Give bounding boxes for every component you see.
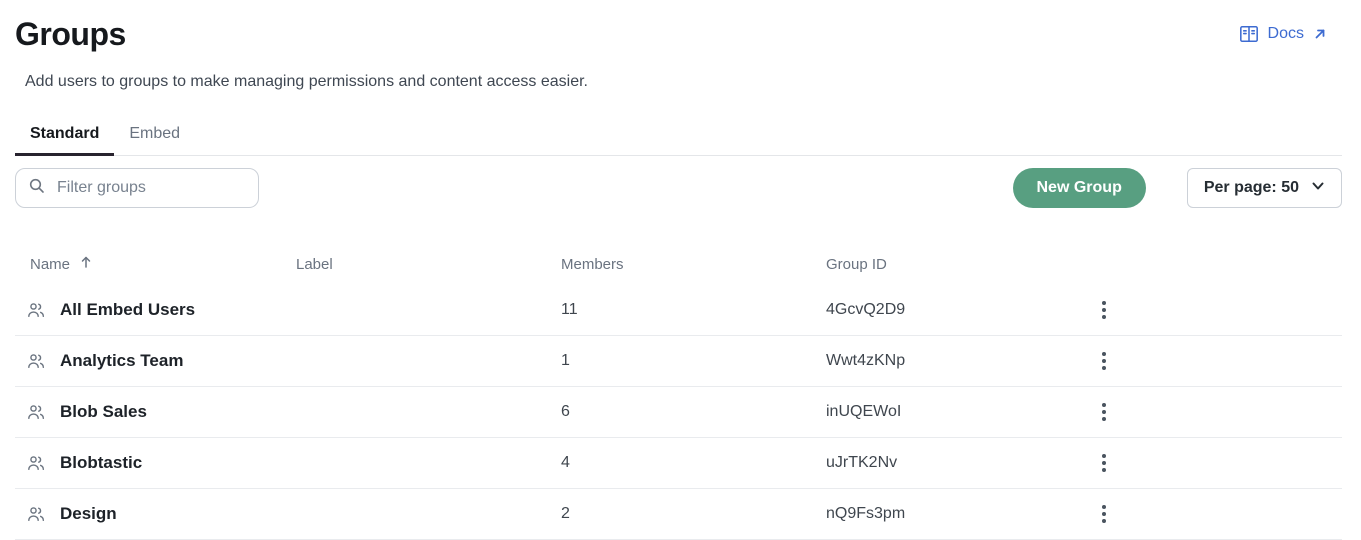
book-icon bbox=[1238, 24, 1260, 44]
group-id: 4GcvQ2D9 bbox=[826, 301, 906, 318]
table-row: Analytics Team 1 Wwt4zKNp bbox=[15, 336, 1342, 387]
group-id: uJrTK2Nv bbox=[826, 454, 898, 471]
group-name: All Embed Users bbox=[60, 300, 196, 319]
row-actions-menu-button[interactable] bbox=[1084, 285, 1124, 335]
group-name-cell: Blobtastic bbox=[15, 453, 296, 473]
row-actions-menu-button[interactable] bbox=[1084, 387, 1124, 437]
table-row: All Embed Users 11 4GcvQ2D9 bbox=[15, 285, 1342, 336]
group-name-cell: Blob Sales bbox=[15, 402, 296, 422]
tab-standard[interactable]: Standard bbox=[15, 118, 115, 156]
chevron-down-icon bbox=[1311, 179, 1325, 198]
per-page-dropdown[interactable]: Per page: 50 bbox=[1186, 168, 1342, 208]
new-group-button[interactable]: New Group bbox=[1012, 168, 1146, 208]
group-members-count: 4 bbox=[561, 454, 570, 471]
group-name: Analytics Team bbox=[60, 351, 184, 370]
table-header: Name Label Members Group ID bbox=[15, 243, 1342, 285]
group-name: Blobtastic bbox=[60, 453, 143, 472]
filter-groups-input[interactable] bbox=[55, 178, 246, 198]
page-title: Groups bbox=[15, 16, 126, 52]
group-people-icon bbox=[26, 453, 46, 473]
group-members-count: 1 bbox=[561, 352, 570, 369]
group-name: Design bbox=[60, 504, 117, 523]
column-header-name[interactable]: Name bbox=[15, 255, 296, 273]
table-body: All Embed Users 11 4GcvQ2D9 Analytics Te… bbox=[15, 285, 1342, 540]
toolbar: New Group Per page: 50 bbox=[15, 168, 1342, 208]
row-actions-menu-button[interactable] bbox=[1084, 489, 1124, 539]
group-people-icon bbox=[26, 300, 46, 320]
groups-table: Name Label Members Group ID All Embed Us… bbox=[15, 243, 1342, 540]
group-id: Wwt4zKNp bbox=[826, 352, 906, 369]
table-row: Blob Sales 6 inUQEWoI bbox=[15, 387, 1342, 438]
group-name-cell: All Embed Users bbox=[15, 300, 296, 320]
page-subtitle: Add users to groups to make managing per… bbox=[25, 73, 588, 90]
search-icon bbox=[28, 177, 46, 200]
group-members-count: 11 bbox=[561, 301, 578, 318]
table-row: Blobtastic 4 uJrTK2Nv bbox=[15, 438, 1342, 489]
group-id: nQ9Fs3pm bbox=[826, 505, 906, 522]
group-people-icon bbox=[26, 402, 46, 422]
table-row: Design 2 nQ9Fs3pm bbox=[15, 489, 1342, 540]
docs-link[interactable]: Docs bbox=[1238, 24, 1328, 44]
tab-bar: Standard Embed bbox=[15, 118, 1342, 156]
page-header: Groups Docs bbox=[0, 0, 1361, 54]
per-page-label: Per page: 50 bbox=[1203, 179, 1299, 196]
group-people-icon bbox=[26, 351, 46, 371]
external-link-icon bbox=[1312, 26, 1328, 42]
filter-groups-box[interactable] bbox=[15, 168, 259, 208]
group-members-count: 2 bbox=[561, 505, 570, 522]
group-name-cell: Analytics Team bbox=[15, 351, 296, 371]
row-actions-menu-button[interactable] bbox=[1084, 438, 1124, 488]
column-header-members[interactable]: Members bbox=[561, 256, 826, 273]
docs-link-label: Docs bbox=[1267, 25, 1304, 42]
column-header-label[interactable]: Label bbox=[296, 256, 561, 273]
row-actions-menu-button[interactable] bbox=[1084, 336, 1124, 386]
group-name-cell: Design bbox=[15, 504, 296, 524]
group-members-count: 6 bbox=[561, 403, 570, 420]
tab-embed[interactable]: Embed bbox=[114, 118, 195, 155]
group-id: inUQEWoI bbox=[826, 403, 902, 420]
group-name: Blob Sales bbox=[60, 402, 147, 421]
sort-ascending-icon bbox=[79, 255, 93, 273]
group-people-icon bbox=[26, 504, 46, 524]
column-header-group-id[interactable]: Group ID bbox=[826, 256, 1084, 273]
